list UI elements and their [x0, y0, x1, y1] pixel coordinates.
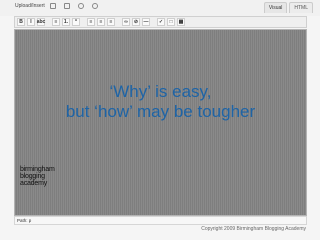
- align-center-button[interactable]: ≡: [97, 18, 105, 26]
- align-right-button[interactable]: ≡: [107, 18, 115, 26]
- logo-line-3: academy: [20, 180, 48, 187]
- kitchen-sink-button[interactable]: ▦: [177, 18, 185, 26]
- unordered-list-button[interactable]: ≡: [52, 18, 60, 26]
- ordered-list-button[interactable]: 1.: [62, 18, 70, 26]
- path-bar: Path: p: [14, 216, 307, 225]
- logo-line-2: blogging: [20, 173, 45, 180]
- tab-visual[interactable]: Visual: [263, 2, 288, 13]
- headline-line-2: but ‘how’ may be tougher: [65, 102, 256, 121]
- blockquote-button[interactable]: “: [72, 18, 80, 26]
- video-icon[interactable]: [64, 3, 70, 9]
- editor-tabs: Visual HTML: [263, 2, 313, 13]
- upload-insert-label: Upload/Insert: [15, 3, 45, 9]
- logo-line-1: birmingham: [20, 166, 55, 173]
- music-icon[interactable]: [78, 3, 84, 9]
- align-left-button[interactable]: ≡: [87, 18, 95, 26]
- link-button[interactable]: ∞: [122, 18, 130, 26]
- media-icon[interactable]: [92, 3, 98, 9]
- strikethrough-button[interactable]: abc: [37, 18, 45, 26]
- bold-button[interactable]: B: [17, 18, 25, 26]
- unlink-button[interactable]: ⊘: [132, 18, 140, 26]
- copyright-text: Copyright 2009 Birmingham Blogging Acade…: [201, 226, 306, 232]
- spellcheck-button[interactable]: ✓: [157, 18, 165, 26]
- headline-line-1: ‘Why’ is easy,: [109, 82, 212, 101]
- headline: ‘Why’ is easy, but ‘how’ may be tougher: [15, 82, 306, 122]
- editor-header: Upload/Insert Visual HTML: [0, 0, 320, 16]
- media-icons: [50, 3, 98, 9]
- image-icon[interactable]: [50, 3, 56, 9]
- italic-button[interactable]: I: [27, 18, 35, 26]
- more-button[interactable]: —: [142, 18, 150, 26]
- editor-content-area[interactable]: ‘Why’ is easy, but ‘how’ may be tougher …: [14, 29, 307, 216]
- tab-html[interactable]: HTML: [289, 2, 313, 13]
- academy-logo: birmingham blogging academy: [20, 166, 55, 187]
- editor-toolbar: B I abc ≡ 1. “ ≡ ≡ ≡ ∞ ⊘ — ✓ □ ▦: [14, 16, 307, 28]
- fullscreen-button[interactable]: □: [167, 18, 175, 26]
